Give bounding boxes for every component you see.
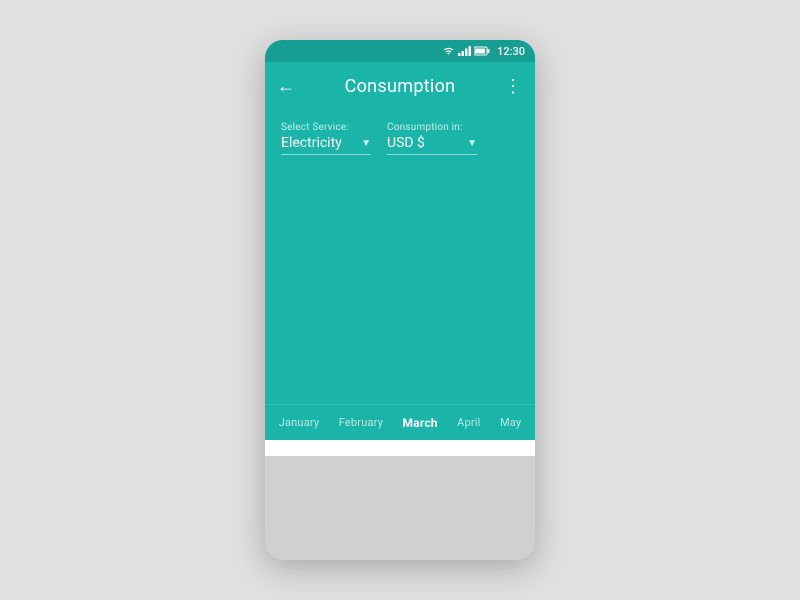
service-value: Electricity [281, 135, 342, 151]
chart-area [281, 155, 519, 392]
selectors-row: Select Service: Electricity ▼ Consumptio… [281, 122, 519, 155]
content-area: Select Service: Electricity ▼ Consumptio… [265, 110, 535, 404]
tab-january[interactable]: January [273, 412, 326, 433]
more-button[interactable]: ⋮ [504, 76, 523, 97]
service-selector-group: Select Service: Electricity ▼ [281, 122, 371, 155]
back-button[interactable]: ← [277, 76, 295, 97]
bottom-panel [265, 440, 535, 560]
phone-frame: 12:30 ← Consumption ⋮ Select Service: El… [265, 40, 535, 560]
consumption-dropdown-arrow: ▼ [467, 138, 477, 149]
app-bar: ← Consumption ⋮ [265, 62, 535, 110]
status-icons: 12:30 [442, 45, 525, 58]
tab-march[interactable]: March [397, 412, 444, 434]
signal-icon [458, 46, 471, 56]
status-bar: 12:30 [265, 40, 535, 62]
battery-icon [474, 46, 490, 56]
gray-area [265, 456, 535, 560]
status-time: 12:30 [497, 45, 525, 58]
consumption-label: Consumption in: [387, 122, 477, 133]
tab-april[interactable]: April [451, 412, 486, 433]
service-label: Select Service: [281, 122, 371, 133]
month-tabs: January February March April May [265, 404, 535, 440]
service-dropdown-arrow: ▼ [361, 138, 371, 149]
tab-may[interactable]: May [494, 412, 527, 433]
service-selector[interactable]: Electricity ▼ [281, 135, 371, 155]
consumption-value: USD $ [387, 135, 425, 151]
app-title: Consumption [303, 76, 497, 97]
consumption-selector[interactable]: USD $ ▼ [387, 135, 477, 155]
wifi-icon [442, 46, 455, 56]
consumption-selector-group: Consumption in: USD $ ▼ [387, 122, 477, 155]
tab-february[interactable]: February [333, 412, 389, 433]
white-strip [265, 440, 535, 456]
